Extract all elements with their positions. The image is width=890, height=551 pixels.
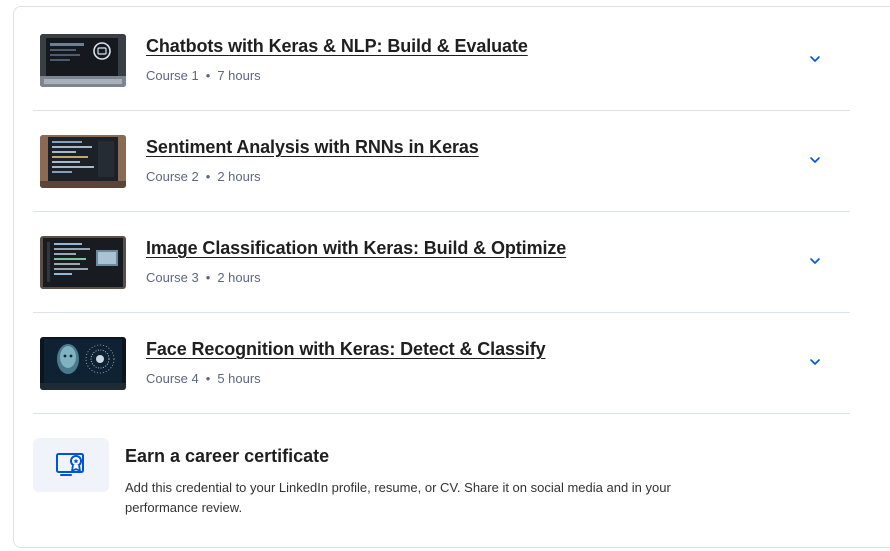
- career-certificate-section: Earn a career certificate Add this crede…: [33, 420, 850, 530]
- meta-separator: •: [205, 169, 211, 184]
- course-meta: Course 4 • 5 hours: [146, 371, 261, 386]
- course-title-link[interactable]: Sentiment Analysis with RNNs in Keras: [146, 137, 479, 158]
- certificate-icon-container: [33, 438, 109, 492]
- course-duration: 5 hours: [217, 371, 261, 386]
- course-duration: 2 hours: [217, 169, 261, 184]
- course-thumbnail[interactable]: [40, 236, 126, 289]
- course-row[interactable]: Face Recognition with Keras: Detect & Cl…: [33, 313, 850, 414]
- course-list: Chatbots with Keras & NLP: Build & Evalu…: [33, 10, 850, 414]
- course-thumbnail[interactable]: [40, 34, 126, 87]
- meta-separator: •: [205, 270, 211, 285]
- course-number: Course 3: [146, 270, 199, 285]
- chevron-down-icon[interactable]: [807, 253, 823, 269]
- course-number: Course 2: [146, 169, 199, 184]
- chevron-down-icon[interactable]: [807, 354, 823, 370]
- certificate-title: Earn a career certificate: [125, 446, 330, 466]
- course-title-link[interactable]: Image Classification with Keras: Build &…: [146, 238, 566, 259]
- course-meta: Course 1 • 7 hours: [146, 68, 261, 83]
- course-row[interactable]: Image Classification with Keras: Build &…: [33, 212, 850, 313]
- course-thumbnail[interactable]: [40, 337, 126, 390]
- chevron-down-icon[interactable]: [807, 51, 823, 67]
- certificate-icon: [56, 453, 84, 476]
- course-number: Course 4: [146, 371, 199, 386]
- meta-separator: •: [205, 68, 211, 83]
- chevron-down-icon[interactable]: [807, 152, 823, 168]
- course-row[interactable]: Chatbots with Keras & NLP: Build & Evalu…: [33, 10, 850, 111]
- meta-separator: •: [205, 371, 211, 386]
- course-title-link[interactable]: Chatbots with Keras & NLP: Build & Evalu…: [146, 36, 528, 57]
- course-title-link[interactable]: Face Recognition with Keras: Detect & Cl…: [146, 339, 546, 360]
- course-meta: Course 3 • 2 hours: [146, 270, 261, 285]
- course-thumbnail[interactable]: [40, 135, 126, 188]
- course-duration: 2 hours: [217, 270, 261, 285]
- course-number: Course 1: [146, 68, 199, 83]
- course-row[interactable]: Sentiment Analysis with RNNs in Keras Co…: [33, 111, 850, 212]
- certificate-description: Add this credential to your LinkedIn pro…: [125, 480, 671, 515]
- course-meta: Course 2 • 2 hours: [146, 169, 261, 184]
- course-duration: 7 hours: [217, 68, 261, 83]
